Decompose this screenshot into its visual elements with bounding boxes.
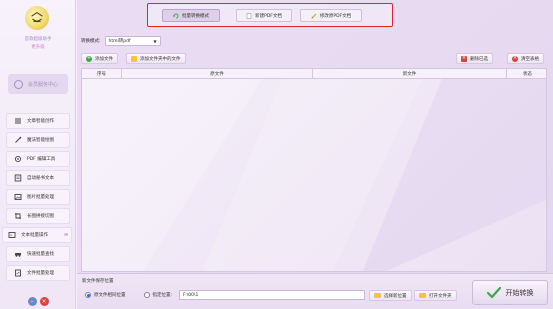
- main-panel: 批量转换模式 新建PDF文档 修改原PDF文档 转换模式: html转pdf ▼…: [77, 0, 553, 309]
- tab-batch-convert-label: 批量转换模式: [182, 13, 209, 19]
- folder-open-icon: [419, 293, 426, 298]
- sidebar-item-9[interactable]: 文件批量处理: [6, 265, 70, 281]
- folder-icon: [374, 293, 381, 298]
- sidebar-item-label: 文件批量处理: [27, 271, 54, 276]
- user-icon: [14, 79, 23, 89]
- save-location-title: 新文件保存位置: [82, 279, 114, 284]
- table-header: 序号 原文件 新文件 状态: [82, 69, 546, 79]
- app-subtitle[interactable]: 更升级: [0, 44, 76, 50]
- choose-location-label: 选择新位置: [384, 293, 407, 299]
- sidebar-item-3[interactable]: PDF 编辑工具: [6, 151, 70, 167]
- convert-mode-value: html转pdf: [108, 39, 131, 44]
- new-document-icon: [246, 12, 252, 19]
- column-index[interactable]: 序号: [82, 69, 122, 79]
- sidebar-item-label: 长图拼接切图: [27, 214, 54, 219]
- sidebar-item-2[interactable]: 魔法智能绘图: [6, 132, 70, 148]
- file-icon: [14, 269, 22, 277]
- radio-original-location[interactable]: [85, 292, 91, 298]
- app-name: 首款超级助手: [24, 37, 52, 42]
- sidebar-item-label: 快速批量查找: [27, 252, 54, 257]
- open-folder-label: 打开文件夹: [429, 293, 452, 299]
- tab-edit-pdf[interactable]: 修改原PDF文档: [300, 9, 362, 22]
- column-new-file[interactable]: 新文件: [313, 69, 507, 79]
- convert-mode-select[interactable]: html转pdf ▼: [104, 36, 161, 46]
- column-source-file[interactable]: 原文件: [122, 69, 313, 79]
- clear-table-label: 清空表格: [521, 56, 539, 62]
- choose-location-button[interactable]: 选择新位置: [369, 290, 412, 301]
- document-icon: [14, 174, 22, 182]
- open-folder-button[interactable]: 打开文件夹: [414, 290, 457, 301]
- sidebar-item-7[interactable]: 文本批量操作 ✉: [2, 227, 72, 243]
- tab-edit-pdf-label: 修改原PDF文档: [319, 13, 352, 19]
- close-icon[interactable]: ×: [39, 297, 49, 306]
- radio-custom-location[interactable]: [143, 292, 150, 298]
- checkmark-icon: [486, 286, 501, 298]
- add-folder-button[interactable]: 添加文件夹中的文件: [126, 53, 186, 64]
- file-table: 序号 原文件 新文件 状态: [81, 68, 547, 272]
- list-icon: [14, 117, 22, 125]
- start-convert-button[interactable]: 开始转换: [472, 280, 548, 305]
- convert-mode-row: 转换模式: html转pdf ▼: [81, 36, 161, 46]
- plus-icon: +: [86, 55, 92, 62]
- member-center-button[interactable]: 会员服务中心: [8, 74, 68, 94]
- sidebar-item-label: 自动秘书文本: [27, 176, 54, 181]
- text-icon: [8, 231, 16, 239]
- sidebar: 首款超级助手 更升级 会员服务中心 文章智能创作 魔法智能绘图 PDF 编辑工具 自动…: [0, 0, 76, 309]
- save-location-options: 原文件相同位置 指定位置:: [85, 292, 172, 298]
- delete-selected-label: 删除已选: [470, 56, 488, 62]
- sidebar-item-1[interactable]: 文章智能创作: [6, 113, 70, 129]
- sidebar-item-4[interactable]: 自动秘书文本: [6, 170, 70, 186]
- refresh-icon: [173, 13, 179, 19]
- app-logo: [25, 6, 49, 30]
- add-file-label: 添加文件: [95, 56, 113, 62]
- sidebar-item-label: PDF 编辑工具: [27, 157, 56, 162]
- start-convert-label: 开始转换: [505, 288, 534, 297]
- sidebar-item-label: 图片批量处理: [27, 195, 54, 200]
- mode-tabs: 批量转换模式 新建PDF文档 修改原PDF文档: [147, 3, 393, 27]
- pen-icon: [14, 136, 22, 144]
- folder-icon: [131, 55, 137, 62]
- sidebar-item-5[interactable]: 图片批量处理: [6, 189, 70, 205]
- add-file-button[interactable]: + 添加文件: [81, 53, 118, 64]
- tab-new-pdf[interactable]: 新建PDF文档: [236, 9, 292, 22]
- tab-batch-convert[interactable]: 批量转换模式: [162, 9, 220, 22]
- sidebar-item-label: 魔法智能绘图: [27, 138, 54, 143]
- pencil-icon: [311, 13, 317, 19]
- convert-mode-label: 转换模式:: [81, 39, 101, 44]
- mail-icon[interactable]: ✉: [64, 233, 68, 238]
- sidebar-item-6[interactable]: 长图拼接切图: [6, 208, 70, 224]
- sidebar-item-label: 文本批量操作: [21, 233, 48, 238]
- save-path-input[interactable]: F:\00\1: [179, 290, 365, 300]
- search-car-icon: [14, 250, 22, 258]
- minimize-icon[interactable]: –: [27, 297, 37, 306]
- gear-icon: [14, 155, 22, 163]
- column-status[interactable]: 状态: [507, 69, 546, 79]
- logo-icon: [31, 11, 43, 23]
- sidebar-bottom-controls: – ×: [0, 294, 76, 309]
- clear-table-button[interactable]: × 清空表格: [507, 53, 544, 64]
- member-center-label: 会员服务中心: [28, 81, 59, 88]
- original-location-label: 原文件相同位置: [94, 293, 126, 298]
- delete-icon: ×: [461, 55, 467, 62]
- custom-location-label: 指定位置:: [152, 293, 173, 298]
- sidebar-item-label: 文章智能创作: [27, 119, 54, 124]
- add-folder-label: 添加文件夹中的文件: [140, 56, 181, 62]
- table-background: [82, 79, 546, 271]
- chevron-down-icon: ▼: [153, 38, 157, 44]
- sidebar-item-8[interactable]: 快速批量查找: [6, 246, 70, 262]
- image-icon: [14, 193, 22, 201]
- clear-icon: ×: [512, 55, 518, 62]
- delete-selected-button[interactable]: × 删除已选: [456, 53, 493, 64]
- tab-new-pdf-label: 新建PDF文档: [255, 13, 282, 19]
- crop-icon: [14, 212, 22, 220]
